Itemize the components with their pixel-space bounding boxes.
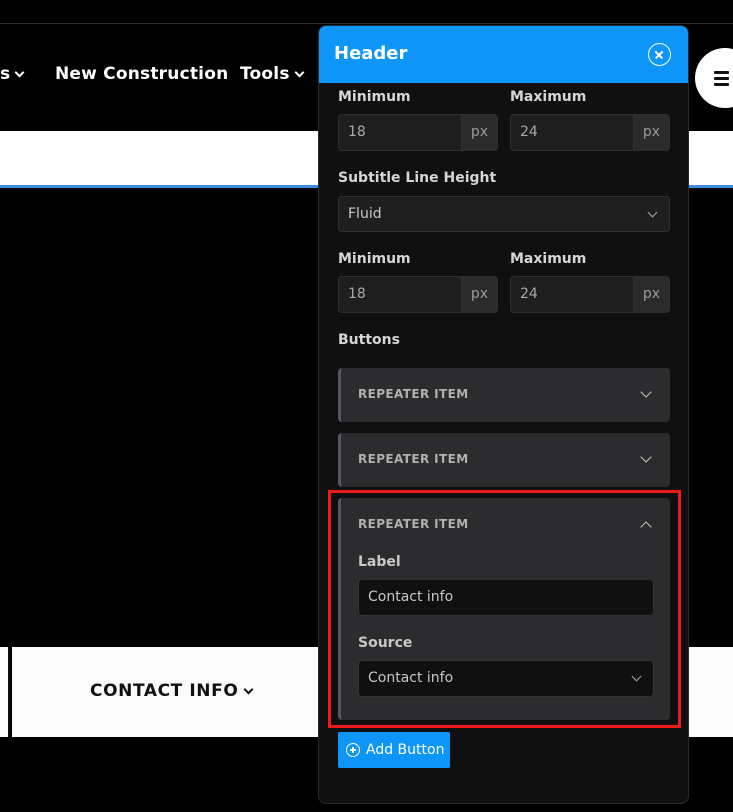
bottom-menu-edge	[0, 647, 10, 737]
contact-info-menu[interactable]: CONTACT INFO	[90, 681, 254, 701]
unit-selector[interactable]: px	[462, 276, 498, 313]
chevron-down-icon	[294, 67, 305, 77]
close-icon[interactable]	[648, 43, 671, 66]
unit-selector[interactable]: px	[634, 276, 670, 313]
maximum-line-height-field[interactable]: 24 px	[510, 276, 670, 313]
nav-item-partial[interactable]: s	[0, 64, 25, 84]
minimum-label: Minimum	[338, 89, 411, 105]
minimum-label: Minimum	[338, 251, 411, 267]
maximum-label: Maximum	[510, 89, 587, 105]
subtitle-line-height-select[interactable]: Fluid	[338, 196, 670, 232]
plus-circle-icon	[346, 743, 360, 757]
repeater-item-2[interactable]: REPEATER ITEM	[338, 433, 670, 487]
minimum-line-height-field[interactable]: 18 px	[338, 276, 498, 313]
chevron-down-icon	[243, 684, 254, 694]
subtitle-line-height-label: Subtitle Line Height	[338, 170, 497, 186]
unit-selector[interactable]: px	[462, 114, 498, 151]
minimum-size-input[interactable]: 18	[338, 114, 462, 151]
nav-item-tools[interactable]: Tools	[240, 64, 305, 84]
top-bar	[0, 0, 733, 24]
chevron-down-icon	[14, 67, 25, 77]
repeater-item-title: REPEATER ITEM	[358, 387, 469, 401]
maximum-size-field[interactable]: 24 px	[510, 114, 670, 151]
chevron-down-icon	[647, 207, 658, 218]
panel-header: Header	[319, 26, 688, 83]
chevron-down-icon[interactable]	[640, 451, 652, 463]
maximum-size-input[interactable]: 24	[510, 114, 634, 151]
nav-item-new-construction[interactable]: New Construction	[55, 64, 228, 84]
minimum-size-field[interactable]: 18 px	[338, 114, 498, 151]
unit-selector[interactable]: px	[634, 114, 670, 151]
maximum-line-height-input[interactable]: 24	[510, 276, 634, 313]
hamburger-icon	[714, 71, 729, 89]
minimum-line-height-input[interactable]: 18	[338, 276, 462, 313]
panel-title: Header	[334, 43, 408, 64]
repeater-item-1[interactable]: REPEATER ITEM	[338, 368, 670, 422]
add-button-button[interactable]: Add Button	[338, 732, 450, 768]
highlight-box	[328, 490, 681, 728]
maximum-label: Maximum	[510, 251, 587, 267]
chevron-down-icon[interactable]	[640, 386, 652, 398]
repeater-item-title: REPEATER ITEM	[358, 452, 469, 466]
buttons-label: Buttons	[338, 332, 400, 348]
